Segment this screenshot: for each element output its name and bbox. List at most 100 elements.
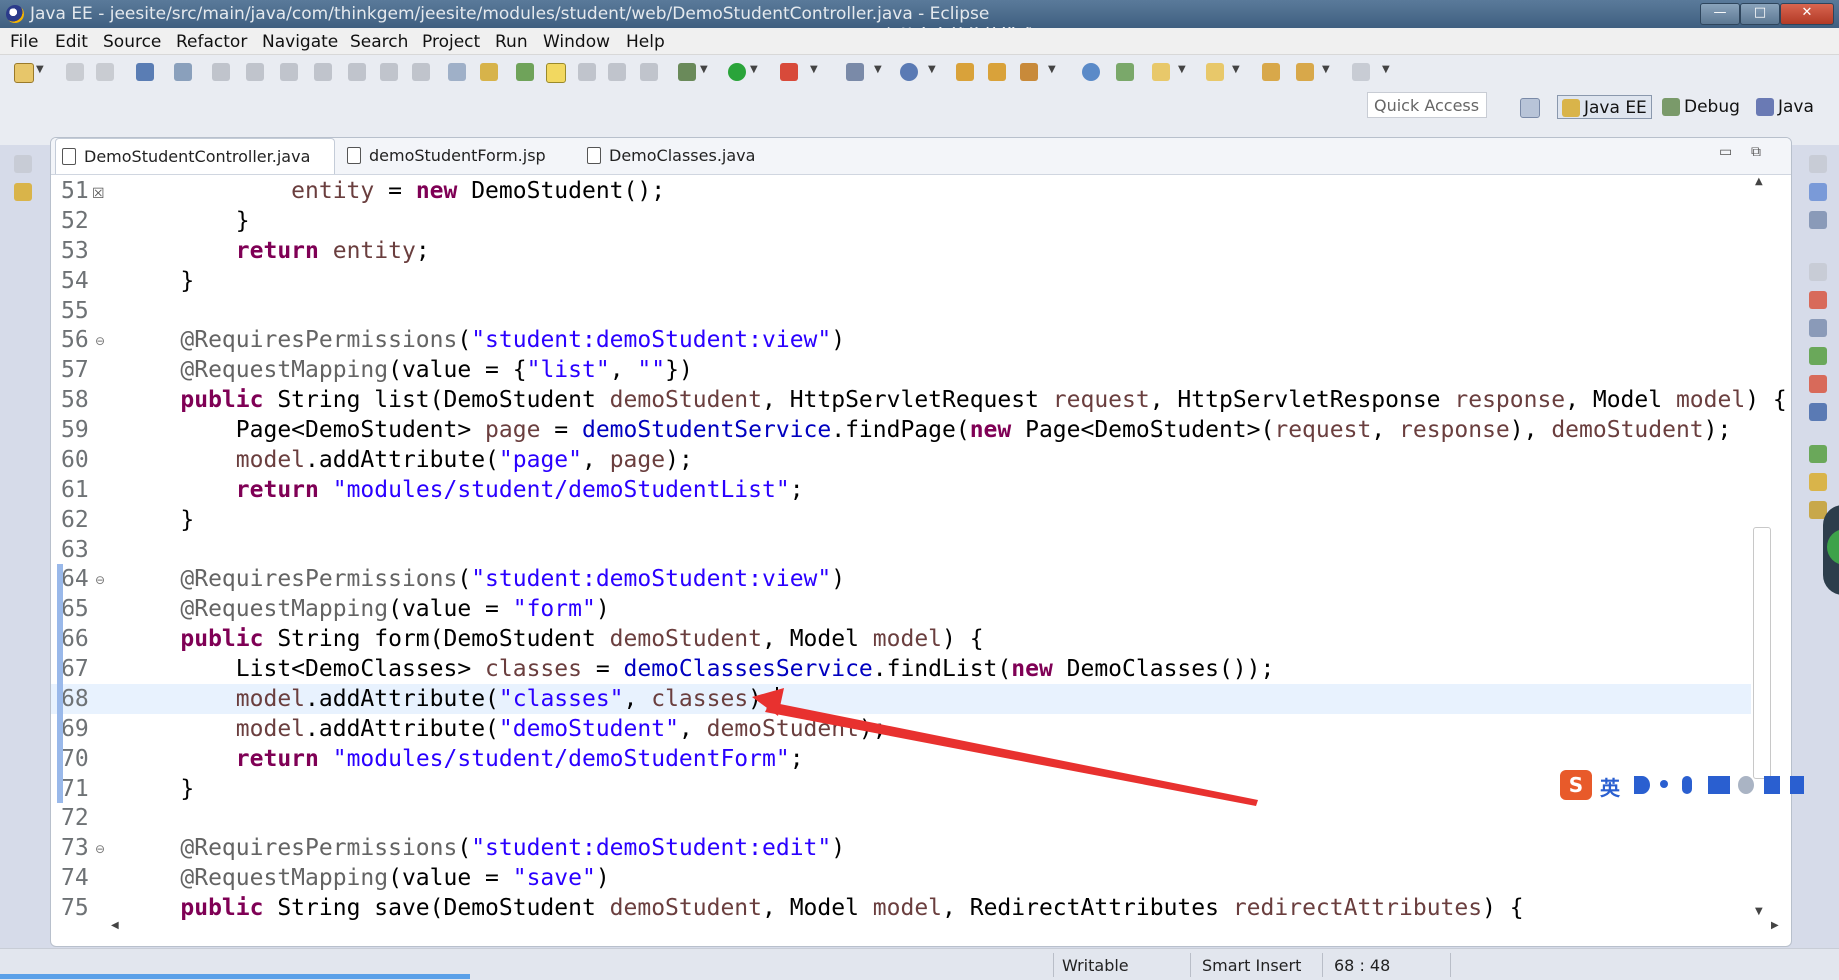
skip-breakpoints-icon[interactable] (174, 63, 192, 81)
scroll-up-icon[interactable]: ▲ (1755, 176, 1763, 187)
code-line[interactable]: 68 model.addAttribute("classes", classes… (51, 683, 1751, 714)
perspective-debug[interactable]: Debug (1658, 95, 1744, 119)
open-type-icon[interactable] (516, 63, 534, 81)
menu-project[interactable]: Project (422, 32, 480, 52)
maximize-editor-icon[interactable]: ⧉ (1751, 144, 1761, 160)
tab-demo-student-form[interactable]: demoStudentForm.jsp (341, 138, 551, 174)
next-annotation-icon[interactable] (1152, 63, 1170, 81)
last-edit-location-icon[interactable] (1262, 63, 1280, 81)
word-wrap-icon[interactable] (608, 63, 626, 81)
tab-demo-student-controller[interactable]: DemoStudentController.java ☒ (55, 138, 335, 202)
menu-window[interactable]: Window (543, 32, 610, 52)
sogou-logo-icon[interactable]: S (1560, 770, 1592, 800)
show-whitespace-icon[interactable] (640, 63, 658, 81)
step-into-icon[interactable] (348, 63, 366, 81)
terminal-icon[interactable] (136, 63, 154, 81)
code-line[interactable]: 56 ⊖ @RequiresPermissions("student:demoSt… (51, 325, 1751, 355)
mark-occurrences-icon[interactable] (546, 63, 566, 83)
new-icon[interactable] (14, 63, 34, 83)
debug-icon[interactable] (678, 63, 696, 81)
restore-right-icon[interactable] (1809, 155, 1827, 173)
block-selection-icon[interactable] (578, 63, 596, 81)
scroll-thumb[interactable] (1753, 527, 1771, 779)
code-line[interactable]: 51 entity = new DemoStudent(); (51, 176, 1751, 206)
open-perspective-icon[interactable] (1520, 98, 1540, 118)
restore-icon[interactable] (14, 155, 32, 173)
quick-access-input[interactable]: Quick Access (1367, 92, 1487, 118)
menu-help[interactable]: Help (626, 32, 665, 52)
run-icon[interactable] (728, 63, 746, 81)
code-line[interactable]: 60 model.addAttribute("page", page); (51, 445, 1751, 475)
browser-icon[interactable] (1082, 63, 1100, 81)
debug-dropdown-icon[interactable]: ▼ (700, 64, 708, 75)
code-line[interactable]: 61 return "modules/student/demoStudentLi… (51, 475, 1751, 505)
close-window-icon[interactable]: ✕ (1780, 3, 1834, 25)
horizontal-scrollbar[interactable]: ◀ ▶ (111, 918, 1781, 936)
code-line[interactable]: 64 ⊖ @RequiresPermissions("student:demoSt… (51, 564, 1751, 594)
microphone-icon[interactable] (1682, 776, 1692, 794)
forward-dropdown-icon[interactable]: ▼ (1382, 64, 1390, 75)
minimize-icon[interactable]: — (1700, 3, 1740, 25)
save-icon[interactable] (66, 63, 84, 81)
menu-navigate[interactable]: Navigate (262, 32, 338, 52)
fold-toggle-icon[interactable]: ⊖ (95, 573, 105, 587)
code-line[interactable]: 55 (51, 296, 1751, 326)
minimize-editor-icon[interactable]: ▭ (1719, 144, 1732, 160)
server-dropdown-icon[interactable]: ▼ (874, 64, 882, 75)
open-task-icon[interactable] (1020, 63, 1038, 81)
code-line[interactable]: 54 } (51, 266, 1751, 296)
new-class-icon[interactable] (988, 63, 1006, 81)
snippets-icon[interactable] (1809, 403, 1827, 421)
menu-edit[interactable]: Edit (55, 32, 88, 52)
resume-icon[interactable] (212, 63, 230, 81)
code-line[interactable]: 66 public String form(DemoStudent demoSt… (51, 624, 1751, 654)
scroll-down-icon[interactable]: ▼ (1755, 906, 1763, 917)
fold-toggle-icon[interactable]: ⊖ (95, 334, 105, 348)
package-explorer-icon[interactable] (14, 183, 32, 201)
code-line[interactable]: 70 return "modules/student/demoStudentFo… (51, 744, 1751, 774)
drop-to-frame-icon[interactable] (448, 63, 466, 81)
new-dropdown-icon[interactable]: ▼ (36, 64, 44, 75)
ime-language-toggle[interactable]: 英 (1600, 772, 1620, 801)
video-progress-bar[interactable] (0, 974, 470, 979)
wrench-icon[interactable] (1790, 776, 1804, 794)
user-icon[interactable] (1738, 776, 1754, 794)
use-step-filters-icon[interactable] (480, 63, 498, 81)
code-line[interactable]: 71 } (51, 774, 1751, 804)
step-return-icon[interactable] (412, 63, 430, 81)
code-line[interactable]: 72 (51, 803, 1751, 833)
properties-icon[interactable] (1809, 319, 1827, 337)
menu-search[interactable]: Search (350, 32, 408, 52)
fold-toggle-icon[interactable]: ⊖ (95, 842, 105, 856)
suspend-icon[interactable] (246, 63, 264, 81)
run-dropdown-icon[interactable]: ▼ (750, 64, 758, 75)
perspective-java[interactable]: Java (1752, 95, 1818, 119)
code-line[interactable]: 65 @RequestMapping(value = "form") (51, 594, 1751, 624)
back-dropdown-icon[interactable]: ▼ (1322, 64, 1330, 75)
data-source-icon[interactable] (1809, 375, 1827, 393)
new-package-icon[interactable] (956, 63, 974, 81)
restore-bottom-icon[interactable] (1809, 263, 1827, 281)
menu-run[interactable]: Run (495, 32, 528, 52)
scroll-left-icon[interactable]: ◀ (111, 920, 119, 931)
tab-demo-classes[interactable]: DemoClasses.java (581, 138, 781, 174)
disconnect-icon[interactable] (314, 63, 332, 81)
code-line[interactable]: 73 ⊖ @RequiresPermissions("student:demoSt… (51, 833, 1751, 863)
servers-icon[interactable] (1809, 347, 1827, 365)
markers-icon[interactable] (1809, 291, 1827, 309)
maximize-icon[interactable]: □ (1740, 3, 1780, 25)
punctuation-icon[interactable] (1660, 780, 1668, 788)
menu-refactor[interactable]: Refactor (176, 32, 247, 52)
code-line[interactable]: 58 public String list(DemoStudent demoSt… (51, 385, 1787, 415)
new-web-project-icon[interactable] (900, 63, 918, 81)
code-line[interactable]: 69 model.addAttribute("demoStudent", dem… (51, 714, 1751, 744)
task-list-icon[interactable] (1809, 211, 1827, 229)
next-annotation-dropdown-icon[interactable]: ▼ (1178, 64, 1186, 75)
keyboard-icon[interactable] (1708, 776, 1730, 794)
search-files-icon[interactable] (1116, 63, 1134, 81)
scroll-right-icon[interactable]: ▶ (1771, 920, 1779, 931)
code-area[interactable]: 51 entity = new DemoStudent(); 52 } 53 ret… (51, 174, 1791, 921)
save-all-icon[interactable] (96, 63, 114, 81)
code-line[interactable]: 52 } (51, 206, 1751, 236)
external-tools-icon[interactable] (780, 63, 798, 81)
